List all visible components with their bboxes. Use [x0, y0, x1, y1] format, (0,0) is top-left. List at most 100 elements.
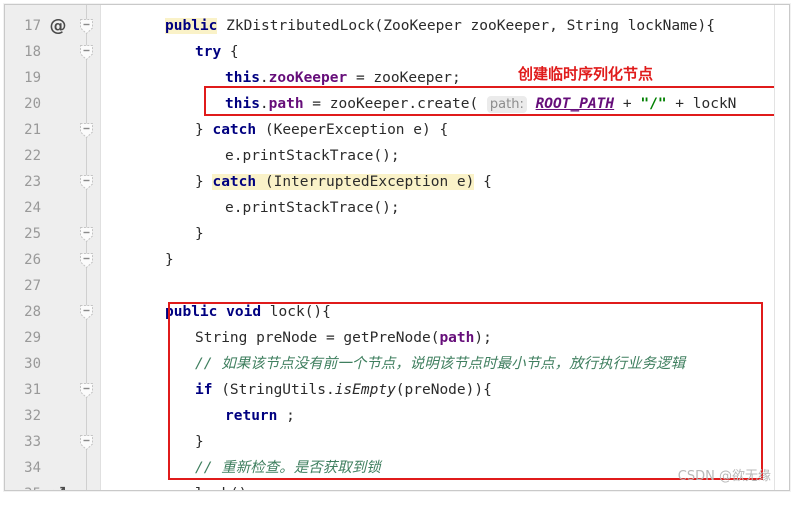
- code-line[interactable]: 30 // 如果该节点没有前一个节点，说明该节点时最小节点，放行执行业务逻辑: [5, 351, 789, 377]
- line-number: 17: [24, 18, 41, 34]
- screenshot-root: 17 @ public ZkDistributedLock(ZooKeeper zo…: [0, 0, 794, 507]
- fold-collapse-icon[interactable]: [78, 174, 95, 191]
- gutter-marker-recursion-icon[interactable]: [47, 481, 69, 491]
- editor-scrollbar[interactable]: [774, 5, 789, 490]
- code-line[interactable]: 24 e.printStackTrace();: [5, 195, 789, 221]
- code-token: // 重新检查。是否获取到锁: [195, 460, 381, 476]
- fold-collapse-icon[interactable]: [78, 252, 95, 269]
- code-line[interactable]: 27: [5, 273, 789, 299]
- code-token: (preNode)){: [395, 382, 492, 398]
- code-token: = zooKeeper.create(: [303, 96, 487, 112]
- code-token: this: [225, 70, 260, 86]
- code-token: isEmpty: [334, 382, 396, 398]
- code-line[interactable]: 17 @ public ZkDistributedLock(ZooKeeper zo…: [5, 13, 789, 39]
- code-line[interactable]: 22 e.printStackTrace();: [5, 143, 789, 169]
- code-line-text: this.path = zooKeeper.create( path: ROOT…: [225, 91, 736, 118]
- line-number: 34: [24, 460, 41, 476]
- code-token: String preNode = getPreNode(: [195, 330, 440, 346]
- csdn-watermark: CSDN @欲无缘: [677, 469, 771, 484]
- code-token: }: [195, 226, 204, 242]
- code-token: this: [225, 96, 260, 112]
- code-token: e.printStackTrace();: [225, 200, 400, 216]
- code-token: e.printStackTrace();: [225, 148, 400, 164]
- code-line-text: return ;: [225, 403, 295, 429]
- line-number: 21: [24, 122, 41, 138]
- fold-collapse-icon[interactable]: [78, 434, 95, 451]
- code-line-text: if (StringUtils.isEmpty(preNode)){: [195, 377, 492, 403]
- code-token: (KeeperException e) {: [256, 122, 449, 138]
- code-line-text: e.printStackTrace();: [225, 143, 400, 169]
- code-token: path: [439, 330, 475, 346]
- code-line[interactable]: 21 } catch (KeeperException e) {: [5, 117, 789, 143]
- code-token: {: [474, 174, 492, 190]
- code-line[interactable]: 23 } catch (InterruptedException e) {: [5, 169, 789, 195]
- code-line[interactable]: 33}: [5, 429, 789, 455]
- code-line[interactable]: 18 try {: [5, 39, 789, 65]
- code-line[interactable]: 26}: [5, 247, 789, 273]
- code-line[interactable]: 29 String preNode = getPreNode(path);: [5, 325, 789, 351]
- code-line-text: String preNode = getPreNode(path);: [195, 325, 492, 351]
- line-number: 27: [24, 278, 41, 294]
- code-token: .: [259, 96, 269, 112]
- code-token: +: [614, 96, 641, 112]
- line-number: 20: [24, 96, 41, 112]
- fold-collapse-icon[interactable]: [78, 44, 95, 61]
- line-number: 31: [24, 382, 41, 398]
- code-token: }: [195, 434, 204, 450]
- line-number: 32: [24, 408, 41, 424]
- code-token: .: [259, 70, 269, 86]
- code-line[interactable]: 20 this.path = zooKeeper.create( path: RO…: [5, 91, 789, 117]
- code-token: public: [165, 304, 218, 320]
- code-token: }: [195, 174, 213, 190]
- line-number: 23: [24, 174, 41, 190]
- code-line[interactable]: 19 this.zooKeeper = zooKeeper;: [5, 65, 789, 91]
- code-token: {: [221, 44, 239, 60]
- note-create-ephemeral-sequential: 创建临时序列化节点: [518, 65, 654, 83]
- fold-collapse-icon[interactable]: [78, 304, 95, 321]
- code-line-text: }: [165, 247, 174, 273]
- code-editor-window: 17 @ public ZkDistributedLock(ZooKeeper zo…: [4, 4, 790, 491]
- code-line[interactable]: 34 // 重新检查。是否获取到锁: [5, 455, 789, 481]
- line-number: 18: [24, 44, 41, 60]
- line-number: 24: [24, 200, 41, 216]
- fold-collapse-icon[interactable]: [78, 122, 95, 139]
- gutter-marker-annotation-at-icon[interactable]: @: [47, 13, 69, 39]
- fold-collapse-icon[interactable]: [78, 226, 95, 243]
- code-line[interactable]: 28 public void lock(){: [5, 299, 789, 325]
- code-token: try: [195, 44, 222, 60]
- code-token: }: [195, 122, 213, 138]
- code-token: path: [268, 96, 304, 112]
- line-number: 22: [24, 148, 41, 164]
- code-line-text: // 如果该节点没有前一个节点，说明该节点时最小节点，放行执行业务逻辑: [195, 351, 685, 377]
- line-number: 19: [24, 70, 41, 86]
- code-token: public: [165, 18, 218, 34]
- code-token: lock(){: [261, 304, 331, 320]
- code-line[interactable]: 25}: [5, 221, 789, 247]
- line-number: 33: [24, 434, 41, 450]
- code-token: }: [165, 252, 174, 268]
- code-token: ZkDistributedLock(ZooKeeper zooKeeper, S…: [217, 18, 715, 34]
- line-number: 29: [24, 330, 41, 346]
- code-token: = zooKeeper;: [347, 70, 461, 86]
- code-token: ;: [277, 408, 295, 424]
- code-line-text: lock();: [195, 481, 256, 490]
- code-line-text: }: [195, 221, 204, 247]
- code-line[interactable]: 31 if (StringUtils.isEmpty(preNode)){: [5, 377, 789, 403]
- code-line-text: try {: [195, 39, 239, 65]
- annotation-at-icon[interactable]: @: [50, 16, 67, 36]
- recursion-icon[interactable]: [50, 486, 66, 491]
- code-line-text: e.printStackTrace();: [225, 195, 400, 221]
- code-token: );: [474, 330, 492, 346]
- code-token: return: [225, 408, 278, 424]
- code-line-text: } catch (InterruptedException e) {: [195, 169, 492, 195]
- code-token: + lockN: [666, 96, 737, 112]
- fold-collapse-icon[interactable]: [78, 382, 95, 399]
- code-line[interactable]: 32 return ;: [5, 403, 789, 429]
- code-token: if: [195, 382, 213, 398]
- code-line[interactable]: 35 lock();: [5, 481, 789, 491]
- code-line-text: } catch (KeeperException e) {: [195, 117, 448, 143]
- fold-collapse-icon[interactable]: [78, 18, 95, 35]
- line-number: 25: [24, 226, 41, 242]
